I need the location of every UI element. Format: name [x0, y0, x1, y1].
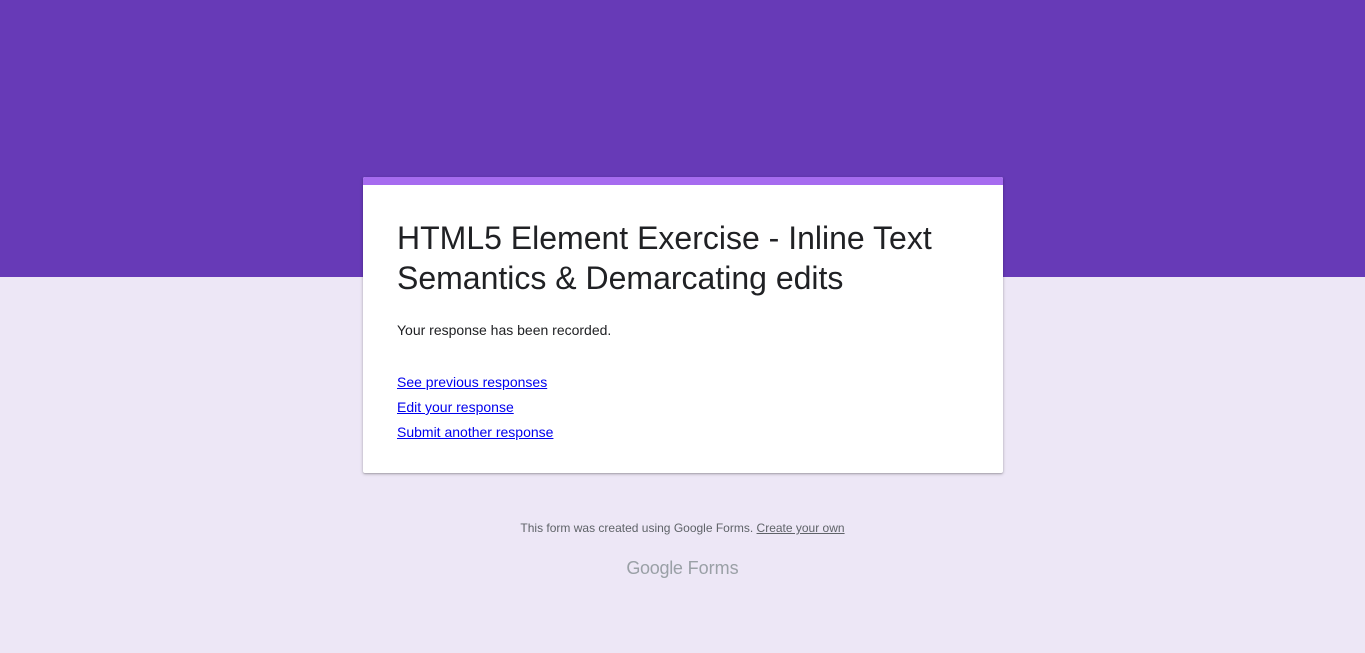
submit-another-response-link[interactable]: Submit another response: [397, 420, 973, 445]
response-links: See previous responses Edit your respons…: [397, 370, 973, 445]
google-forms-logo[interactable]: Google Forms: [0, 555, 1365, 581]
form-title: HTML5 Element Exercise - Inline Text Sem…: [397, 220, 932, 296]
card-body: HTML5 Element Exercise - Inline Text Sem…: [397, 218, 973, 445]
edit-response-link[interactable]: Edit your response: [397, 395, 973, 420]
card-accent-bar: [363, 177, 1003, 185]
confirmation-message: Your response has been recorded.: [397, 322, 612, 338]
response-card: HTML5 Element Exercise - Inline Text Sem…: [363, 177, 1003, 473]
see-previous-responses-link[interactable]: See previous responses: [397, 370, 973, 395]
brand-forms: Forms: [687, 558, 739, 578]
footer: This form was created using Google Forms…: [0, 519, 1365, 537]
footer-text: This form was created using Google Forms…: [520, 521, 754, 535]
brand-google: Google: [626, 558, 683, 578]
create-your-own-link[interactable]: Create your own: [757, 521, 845, 535]
